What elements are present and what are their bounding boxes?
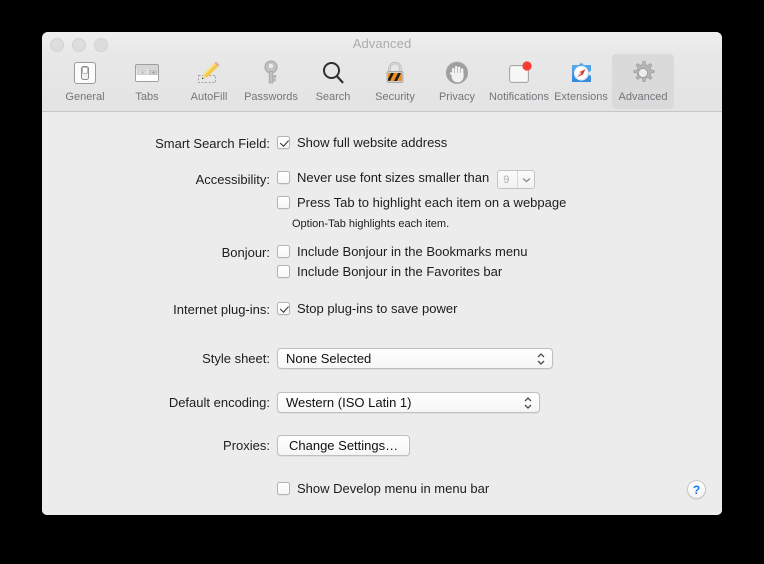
toolbar-item-advanced[interactable]: Advanced xyxy=(612,54,674,109)
stop-plugins-checkbox[interactable] xyxy=(277,302,290,315)
key-icon xyxy=(255,57,287,89)
default-encoding-value: Western (ISO Latin 1) xyxy=(286,395,412,410)
press-tab-checkbox[interactable] xyxy=(277,196,290,209)
default-encoding-select[interactable]: Western (ISO Latin 1) xyxy=(277,392,540,413)
min-font-size-checkbox[interactable] xyxy=(277,171,290,184)
bonjour-favorites-checkbox-row[interactable]: Include Bonjour in the Favorites bar xyxy=(277,264,502,279)
min-font-size-value: 9 xyxy=(503,173,510,186)
padlock-icon xyxy=(379,57,411,89)
default-encoding-row-label: Default encoding: xyxy=(168,395,270,410)
toolbar-item-autofill[interactable]: AutoFill xyxy=(178,54,240,109)
sort-arrows-icon xyxy=(524,393,532,412)
plugins-row: Stop plug-ins to save power xyxy=(277,301,457,316)
accessibility-row-label: Accessibility: xyxy=(195,172,270,187)
window-titlebar: Advanced xyxy=(42,32,722,54)
bonjour-bookmarks-checkbox[interactable] xyxy=(277,245,290,258)
style-sheet-select[interactable]: None Selected xyxy=(277,348,553,369)
show-develop-menu-checkbox[interactable] xyxy=(277,482,290,495)
smart-search-row-label: Smart Search Field: xyxy=(155,136,270,151)
show-develop-menu-label: Show Develop menu in menu bar xyxy=(297,481,490,496)
preferences-content: Smart Search Field: Show full website ad… xyxy=(42,112,722,515)
bonjour-favorites-row: Include Bonjour in the Favorites bar xyxy=(277,264,502,279)
help-button[interactable]: ? xyxy=(687,480,706,499)
press-tab-checkbox-row[interactable]: Press Tab to highlight each item on a we… xyxy=(277,195,566,210)
smart-search-field-row: Show full website address xyxy=(277,135,447,150)
toolbar-item-label: Advanced xyxy=(618,91,668,103)
bonjour-bookmarks-label: Include Bonjour in the Bookmarks menu xyxy=(297,244,528,259)
preferences-window: Advanced General × + Tabs AutoFill Passw… xyxy=(42,32,722,515)
toolbar-item-notifications[interactable]: Notifications xyxy=(488,54,550,109)
hand-icon xyxy=(441,57,473,89)
min-font-size-checkbox-row[interactable]: Never use font sizes smaller than xyxy=(277,170,489,185)
proxies-row: Change Settings… xyxy=(277,435,411,456)
accessibility-font-size-row: Never use font sizes smaller than 9 xyxy=(277,170,536,189)
press-tab-label: Press Tab to highlight each item on a we… xyxy=(297,195,567,210)
toolbar-item-label: Security xyxy=(375,91,415,103)
option-tab-hint: Option-Tab highlights each item. xyxy=(292,218,450,230)
toolbar-item-label: Extensions xyxy=(554,91,608,103)
show-full-address-label: Show full website address xyxy=(297,135,448,150)
autofill-pencil-icon xyxy=(193,57,225,89)
toolbar-item-tabs[interactable]: × + Tabs xyxy=(116,54,178,109)
show-full-address-checkbox[interactable] xyxy=(277,136,290,149)
notification-badge-icon xyxy=(503,57,535,89)
toolbar-item-security[interactable]: Security xyxy=(364,54,426,109)
toolbar-item-privacy[interactable]: Privacy xyxy=(426,54,488,109)
bonjour-row-label: Bonjour: xyxy=(221,245,270,260)
develop-menu-row: Show Develop menu in menu bar xyxy=(277,481,489,496)
toolbar-item-label: AutoFill xyxy=(190,91,228,103)
change-settings-button[interactable]: Change Settings… xyxy=(277,435,411,456)
style-sheet-row-label: Style sheet: xyxy=(202,351,270,366)
puzzle-compass-icon xyxy=(565,57,597,89)
stop-plugins-checkbox-row[interactable]: Stop plug-ins to save power xyxy=(277,301,457,316)
bonjour-favorites-label: Include Bonjour in the Favorites bar xyxy=(297,264,503,279)
general-toggle-icon xyxy=(69,57,101,89)
show-full-address-checkbox-row[interactable]: Show full website address xyxy=(277,135,447,150)
min-font-size-stepper[interactable]: 9 xyxy=(497,170,536,189)
toolbar-item-search[interactable]: Search xyxy=(302,54,364,109)
magnifier-icon xyxy=(317,57,349,89)
toolbar-item-extensions[interactable]: Extensions xyxy=(550,54,612,109)
chevron-down-icon xyxy=(518,177,534,183)
accessibility-press-tab-row: Press Tab to highlight each item on a we… xyxy=(277,195,566,210)
toolbar-item-label: Tabs xyxy=(135,91,159,103)
toolbar-item-label: Search xyxy=(315,91,351,103)
preferences-toolbar: General × + Tabs AutoFill Passwords Sear… xyxy=(42,54,722,112)
min-font-size-label: Never use font sizes smaller than xyxy=(297,170,490,185)
proxies-row-label: Proxies: xyxy=(223,438,270,453)
bonjour-bookmarks-row: Include Bonjour in the Bookmarks menu xyxy=(277,244,528,259)
plugins-row-label: Internet plug-ins: xyxy=(173,302,270,317)
toolbar-item-label: General xyxy=(65,91,105,103)
toolbar-item-label: Notifications xyxy=(489,91,549,103)
toolbar-item-label: Passwords xyxy=(244,91,298,103)
tabs-window-icon: × + xyxy=(131,57,163,89)
gear-icon xyxy=(627,57,659,89)
show-develop-menu-checkbox-row[interactable]: Show Develop menu in menu bar xyxy=(277,481,489,496)
stop-plugins-label: Stop plug-ins to save power xyxy=(297,301,458,316)
bonjour-bookmarks-checkbox-row[interactable]: Include Bonjour in the Bookmarks menu xyxy=(277,244,528,259)
sort-arrows-icon xyxy=(537,349,545,368)
toolbar-item-general[interactable]: General xyxy=(54,54,116,109)
accessibility-hint-row: Option-Tab highlights each item. xyxy=(292,218,449,230)
bonjour-favorites-checkbox[interactable] xyxy=(277,265,290,278)
window-title: Advanced xyxy=(352,36,412,51)
toolbar-item-label: Privacy xyxy=(438,91,476,103)
toolbar-item-passwords[interactable]: Passwords xyxy=(240,54,302,109)
style-sheet-value: None Selected xyxy=(286,351,372,366)
